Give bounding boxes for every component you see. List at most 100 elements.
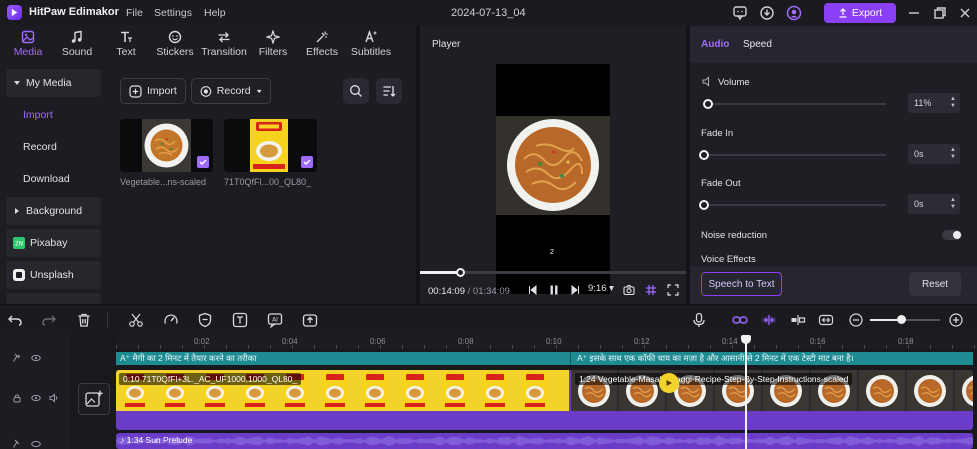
sort-button[interactable]: [376, 78, 402, 104]
zoom-in-icon[interactable]: [948, 312, 964, 328]
account-icon[interactable]: [786, 5, 802, 21]
player-progress-knob[interactable]: [455, 268, 465, 277]
microphone-icon[interactable]: [691, 312, 707, 328]
ruler-minor-tick: [314, 345, 315, 349]
fullscreen-icon[interactable]: [667, 284, 679, 296]
zoom-out-icon[interactable]: [848, 312, 864, 328]
export-label: Export: [851, 7, 883, 19]
menu-file[interactable]: File: [126, 7, 143, 19]
download-icon[interactable]: [759, 5, 775, 21]
zoom-slider[interactable]: [870, 315, 940, 324]
speech-to-text-button[interactable]: Speech to Text: [701, 272, 782, 296]
tab-sound[interactable]: Sound: [52, 30, 102, 58]
menu-help[interactable]: Help: [204, 7, 226, 19]
audio-track[interactable]: ♪ 1:34 Sun Prelude: [116, 433, 973, 449]
sidebar-item-more[interactable]: [6, 293, 101, 304]
audio-track-lock-icon[interactable]: [12, 439, 22, 449]
zoom-slider-knob[interactable]: [897, 315, 906, 324]
plus-circle-icon: [129, 84, 142, 98]
video-track-lock-icon[interactable]: [12, 393, 22, 403]
sidebar-item-background[interactable]: Background: [6, 197, 101, 225]
close-icon[interactable]: [957, 5, 973, 21]
time-ruler[interactable]: 0:02 0:04 0:06 0:08 0:10 0:12 0:14 0:16 0:18: [116, 335, 977, 349]
subtitle-track-pin-icon[interactable]: [12, 353, 22, 363]
fade-in-slider-knob[interactable]: [699, 150, 709, 160]
video-track-visibility-icon[interactable]: [31, 393, 41, 403]
tab-stickers[interactable]: Stickers: [150, 30, 200, 58]
video-preview[interactable]: 2: [496, 64, 610, 294]
split-scissors-icon[interactable]: [128, 312, 144, 328]
subtitle-track[interactable]: A⁺ मैगी का 2 मिनट में तैयार करने का तरीक…: [116, 352, 973, 365]
search-button[interactable]: [343, 78, 369, 104]
media-item-thumbnail[interactable]: [224, 119, 317, 172]
split-view-icon[interactable]: [790, 312, 806, 328]
media-item-thumbnail[interactable]: [120, 119, 213, 172]
selected-check-icon[interactable]: [301, 156, 313, 168]
subtitle-clip-1[interactable]: A⁺ मैगी का 2 मिनट में तैयार करने का तरीक…: [120, 353, 256, 364]
snapshot-camera-icon[interactable]: [623, 284, 635, 296]
record-button[interactable]: Record: [191, 78, 271, 104]
fit-timeline-icon[interactable]: [818, 312, 834, 328]
subtitle-clip-2[interactable]: A⁺ इसके साथ एक कॉफी चाय का मज़ा है और आस…: [577, 353, 854, 364]
import-button[interactable]: Import: [120, 78, 186, 104]
link-chain-icon[interactable]: [732, 312, 748, 328]
volume-slider-knob[interactable]: [702, 99, 713, 109]
fade-in-value-box[interactable]: 0s ▲ ▼: [908, 144, 960, 164]
sidebar-item-pixabay[interactable]: 2N Pixabay: [6, 229, 101, 257]
tab-filters[interactable]: Filters: [248, 30, 298, 58]
sidebar-item-record[interactable]: Record: [6, 133, 101, 161]
pause-icon[interactable]: [548, 284, 560, 296]
redo-icon[interactable]: [41, 312, 57, 328]
tab-subtitles[interactable]: Subtitles: [346, 30, 396, 58]
tab-speed[interactable]: Speed: [743, 39, 772, 50]
minimize-icon[interactable]: [906, 5, 922, 21]
text-box-icon[interactable]: [232, 312, 248, 328]
clip-frame-thumbnail: [859, 370, 905, 411]
tab-effects[interactable]: Effects: [297, 30, 347, 58]
fade-in-slider[interactable]: [699, 150, 886, 160]
ai-icon[interactable]: AI: [267, 312, 283, 328]
fade-out-value-box[interactable]: 0s ▲ ▼: [908, 194, 960, 214]
fade-out-slider-knob[interactable]: [699, 200, 709, 210]
noise-reduction-toggle[interactable]: [942, 230, 962, 240]
video-track-mute-icon[interactable]: [49, 393, 59, 403]
video-track[interactable]: 0:10 71T0QfFl+3L._AC_UF1000,1000_QL80_ 1…: [116, 370, 973, 430]
tab-media[interactable]: Media: [3, 30, 53, 58]
undo-icon[interactable]: [7, 312, 23, 328]
delete-trash-icon[interactable]: [76, 312, 92, 328]
stepper-arrows-icon[interactable]: ▲ ▼: [950, 96, 956, 110]
menu-settings[interactable]: Settings: [154, 7, 192, 19]
sidebar-item-unsplash[interactable]: Unsplash: [6, 261, 101, 289]
sidebar-item-import[interactable]: Import: [6, 101, 101, 129]
export-frame-icon[interactable]: [302, 312, 318, 328]
speed-gauge-icon[interactable]: [163, 312, 179, 328]
restore-icon[interactable]: [932, 5, 948, 21]
next-frame-icon[interactable]: [569, 284, 581, 296]
transition-play-icon[interactable]: [659, 373, 679, 393]
snap-magnet-icon[interactable]: [761, 312, 777, 328]
mask-shield-icon[interactable]: [197, 312, 213, 328]
player-progress-track[interactable]: [420, 268, 686, 277]
export-button[interactable]: Export: [824, 3, 896, 23]
subtitle-track-visibility-icon[interactable]: [31, 353, 41, 363]
ruler-minor-tick: [358, 345, 359, 349]
feedback-icon[interactable]: [732, 5, 748, 21]
playhead[interactable]: [745, 335, 747, 449]
audio-track-visibility-icon[interactable]: [31, 439, 41, 449]
tab-text[interactable]: Text: [101, 30, 151, 58]
sidebar-item-download[interactable]: Download: [6, 165, 101, 193]
aspect-ratio-select[interactable]: 9:16 ▾: [588, 283, 614, 294]
volume-value-box[interactable]: 11% ▲ ▼: [908, 93, 960, 113]
add-cover-button[interactable]: [78, 383, 110, 415]
sidebar-item-my-media[interactable]: My Media: [6, 69, 101, 97]
reset-button[interactable]: Reset: [909, 272, 961, 296]
stepper-arrows-icon[interactable]: ▲ ▼: [950, 197, 956, 211]
previous-frame-icon[interactable]: [527, 284, 539, 296]
tab-audio[interactable]: Audio: [701, 39, 729, 50]
fade-out-slider[interactable]: [699, 200, 886, 210]
volume-slider[interactable]: [702, 99, 886, 109]
tab-transition[interactable]: Transition: [199, 30, 249, 58]
stepper-arrows-icon[interactable]: ▲ ▼: [950, 147, 956, 161]
grid-icon[interactable]: [645, 284, 657, 296]
selected-check-icon[interactable]: [197, 156, 209, 168]
